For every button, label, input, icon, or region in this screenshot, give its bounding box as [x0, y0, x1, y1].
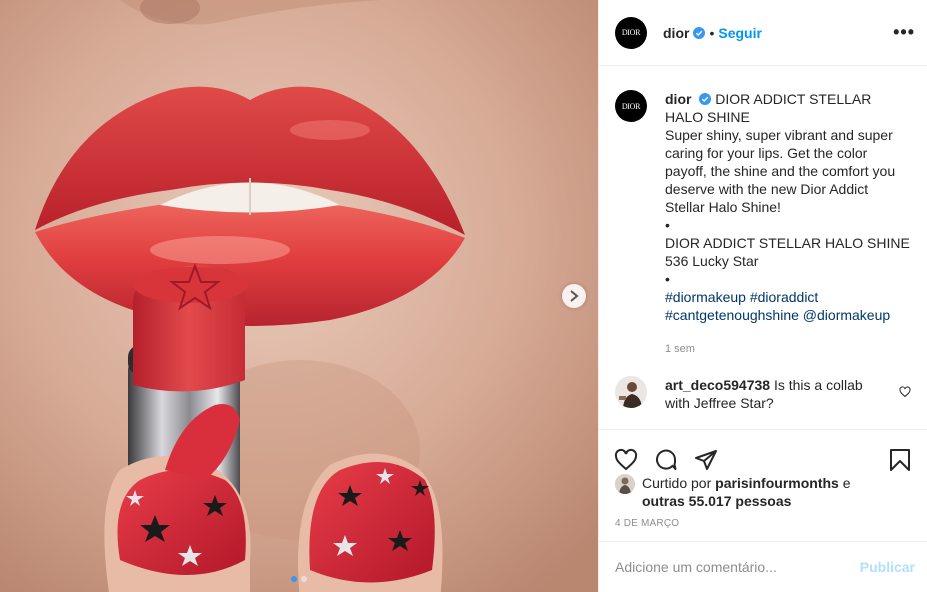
likes-text: Curtido por parisinfourmonths e outras 5…	[642, 474, 851, 510]
mention-link[interactable]: @diormakeup	[803, 307, 890, 323]
account-name[interactable]: dior	[663, 25, 689, 41]
post-photo	[0, 0, 598, 592]
add-comment-bar: Publicar	[599, 541, 927, 592]
comment-input[interactable]	[615, 559, 860, 575]
comment-icon	[656, 449, 677, 470]
follow-button[interactable]: Seguir	[718, 25, 762, 41]
hashtag-link[interactable]: #diormakeup	[665, 289, 746, 305]
likes-others[interactable]: outras 55.017 pessoas	[642, 493, 791, 509]
likes-conjunction: e	[842, 475, 851, 491]
comment-text: art_deco594738 Is this a collab with Jef…	[665, 376, 891, 412]
publish-button[interactable]: Publicar	[860, 559, 915, 575]
avatar-logo-text: DIOR	[621, 101, 641, 111]
caption-headline: DIOR ADDICT STELLAR HALO SHINE	[665, 91, 872, 125]
action-bar	[599, 429, 927, 479]
avatar[interactable]: DIOR	[615, 16, 647, 49]
more-icon[interactable]: •••	[893, 22, 915, 43]
carousel-dot-2	[301, 576, 307, 582]
instagram-post: DIOR dior • Seguir ••• DIOR dior DIOR AD…	[0, 0, 927, 592]
caption-body: Super shiny, super vibrant and super car…	[665, 127, 896, 215]
post-side-panel: DIOR dior • Seguir ••• DIOR dior DIOR AD…	[598, 0, 927, 592]
comment-button[interactable]	[653, 447, 679, 473]
share-icon	[695, 449, 717, 470]
carousel-dots	[0, 576, 598, 582]
post-header: DIOR dior • Seguir •••	[599, 0, 927, 66]
next-arrow-icon	[570, 290, 579, 302]
caption-bullet: •	[665, 271, 670, 287]
likes-summary: Curtido por parisinfourmonths e outras 5…	[615, 474, 851, 510]
carousel-dot-1	[291, 576, 297, 582]
carousel-next-button[interactable]	[562, 284, 586, 308]
comment-item: art_deco594738 Is this a collab with Jef…	[599, 358, 927, 412]
caption-bullet: •	[665, 217, 670, 233]
share-button[interactable]	[693, 447, 719, 473]
verified-icon	[693, 26, 706, 39]
post-age[interactable]: 1 sem	[665, 340, 911, 358]
save-button[interactable]	[887, 447, 913, 473]
liker-username[interactable]: parisinfourmonths	[715, 475, 839, 491]
liker-avatar[interactable]	[615, 474, 635, 494]
comment-username[interactable]: art_deco594738	[665, 377, 770, 393]
hashtag-link[interactable]: #dioraddict	[750, 289, 819, 305]
hashtag-link[interactable]: #cantgetenoughshine	[665, 307, 799, 323]
caption-shade: 536 Lucky Star	[665, 253, 759, 269]
heart-icon[interactable]	[899, 386, 911, 398]
caption-product: DIOR ADDICT STELLAR HALO SHINE	[665, 235, 910, 251]
liker-avatar-image	[615, 474, 635, 494]
like-button[interactable]	[613, 447, 639, 473]
avatar[interactable]: DIOR	[615, 90, 647, 122]
caption-text: dior DIOR ADDICT STELLAR HALO SHINE Supe…	[665, 90, 911, 358]
caption-username[interactable]: dior	[665, 91, 691, 107]
post-date[interactable]: 4 DE MARÇO	[615, 518, 679, 529]
likes-prefix: Curtido por	[642, 475, 712, 491]
save-icon	[890, 448, 910, 471]
verified-icon	[699, 93, 712, 105]
commenter-avatar-image	[615, 376, 647, 408]
heart-icon	[614, 448, 638, 470]
post-media[interactable]	[0, 0, 598, 592]
commenter-avatar[interactable]	[615, 376, 647, 408]
separator-dot: •	[709, 24, 715, 41]
avatar-logo-text: DIOR	[621, 28, 641, 37]
caption: DIOR dior DIOR ADDICT STELLAR HALO SHINE…	[599, 66, 927, 358]
